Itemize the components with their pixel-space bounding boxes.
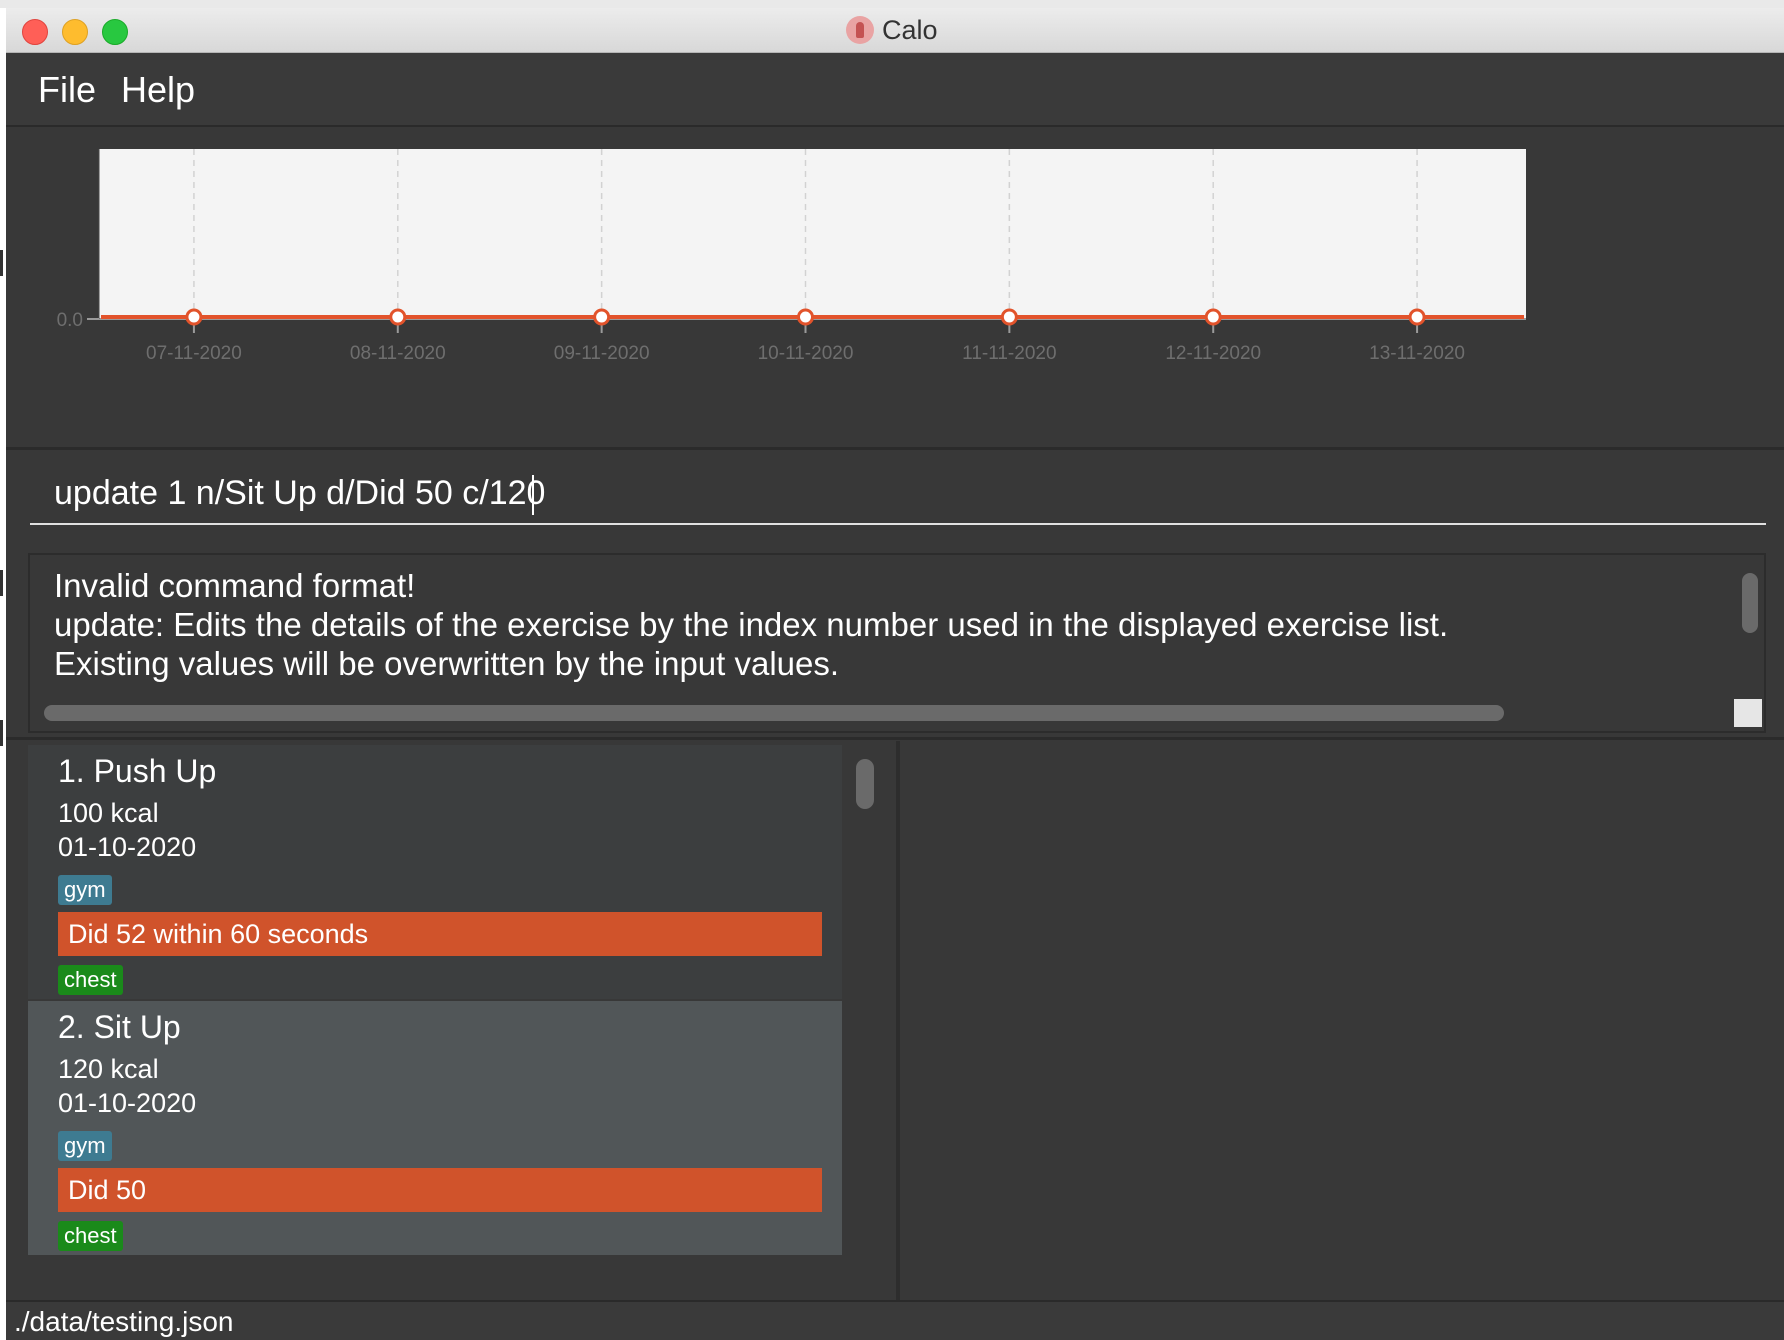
title-bar: Calo	[6, 8, 1784, 53]
y-tick-label: 0.0	[57, 310, 83, 331]
menu-help[interactable]: Help	[121, 69, 195, 111]
menu-file[interactable]: File	[38, 69, 96, 111]
data-point	[389, 308, 407, 326]
x-tick-label: 09-11-2020	[554, 343, 650, 364]
calorie-chart-panel: 0.0 07-11-2020 08-11-2020 09-11-2020 10-11-2…	[6, 127, 1784, 447]
calorie-line-chart: 0.0 07-11-2020 08-11-2020 09-11-2020 10-11-2…	[57, 149, 1526, 364]
exercise-card[interactable]: 1. Push Up 100 kcal 01-10-2020 gym Did 5…	[28, 745, 842, 999]
running-person-icon	[846, 16, 874, 44]
divider	[6, 737, 1784, 740]
detail-panel	[900, 745, 1784, 1297]
divider	[6, 447, 1784, 450]
exercise-calories: 100 kcal	[58, 798, 159, 828]
command-box	[6, 451, 1784, 543]
data-point	[797, 308, 814, 326]
exercise-name: 2. Sit Up	[58, 1009, 181, 1045]
close-window-button[interactable]	[22, 19, 48, 45]
data-point	[185, 308, 203, 326]
x-tick-label: 13-11-2020	[1369, 343, 1465, 364]
exercise-description: Did 50	[58, 1168, 822, 1212]
result-horizontal-scrollbar[interactable]	[44, 705, 1504, 721]
data-file-path: ./data/testing.json	[14, 1306, 234, 1337]
command-input[interactable]	[30, 463, 1766, 525]
status-bar: ./data/testing.json	[6, 1300, 1784, 1340]
x-tick-label: 11-11-2020	[962, 343, 1056, 364]
exercise-description: Did 52 within 60 seconds	[58, 912, 822, 956]
exercise-list: 1. Push Up 100 kcal 01-10-2020 gym Did 5…	[28, 745, 896, 1297]
result-vertical-scrollbar[interactable]	[1742, 573, 1758, 633]
tag-chest: chest	[58, 965, 123, 995]
exercise-calories: 120 kcal	[58, 1054, 159, 1084]
background-edge	[0, 0, 1784, 8]
exercise-date: 01-10-2020	[58, 832, 197, 862]
x-tick-label: 12-11-2020	[1165, 343, 1261, 364]
x-tick-label: 07-11-2020	[146, 343, 242, 364]
menu-bar: File Help	[6, 53, 1784, 127]
result-line: update: Edits the details of the exercis…	[54, 606, 1449, 643]
data-point	[1204, 308, 1222, 326]
exercise-card[interactable]: 2. Sit Up 120 kcal 01-10-2020 gym Did 50…	[28, 1001, 842, 1255]
tag-chest: chest	[58, 1221, 123, 1251]
data-point	[1000, 308, 1018, 326]
maximize-window-button[interactable]	[102, 19, 128, 45]
window-title-group: Calo	[846, 14, 938, 46]
text-caret	[532, 475, 534, 515]
exercise-name: 1. Push Up	[58, 753, 217, 789]
tag-gym: gym	[58, 1131, 112, 1161]
result-line: Invalid command format!	[54, 567, 416, 604]
plot-area	[99, 149, 1526, 319]
window-title: Calo	[882, 14, 938, 45]
scrollbar-corner	[1734, 699, 1762, 727]
result-display: Invalid command format! update: Edits th…	[28, 553, 1766, 733]
x-tick-label: 10-11-2020	[758, 343, 854, 364]
result-line: Existing values will be overwritten by t…	[54, 645, 840, 682]
list-scrollbar[interactable]	[856, 759, 874, 809]
minimize-window-button[interactable]	[62, 19, 88, 45]
data-point	[1408, 308, 1426, 326]
tag-gym: gym	[58, 875, 112, 905]
exercise-date: 01-10-2020	[58, 1088, 197, 1118]
data-point	[593, 308, 611, 326]
app-window: Calo File Help 0.0 07-11-2020 08-11-2020 09…	[6, 8, 1784, 1340]
x-tick-label: 08-11-2020	[350, 343, 446, 364]
